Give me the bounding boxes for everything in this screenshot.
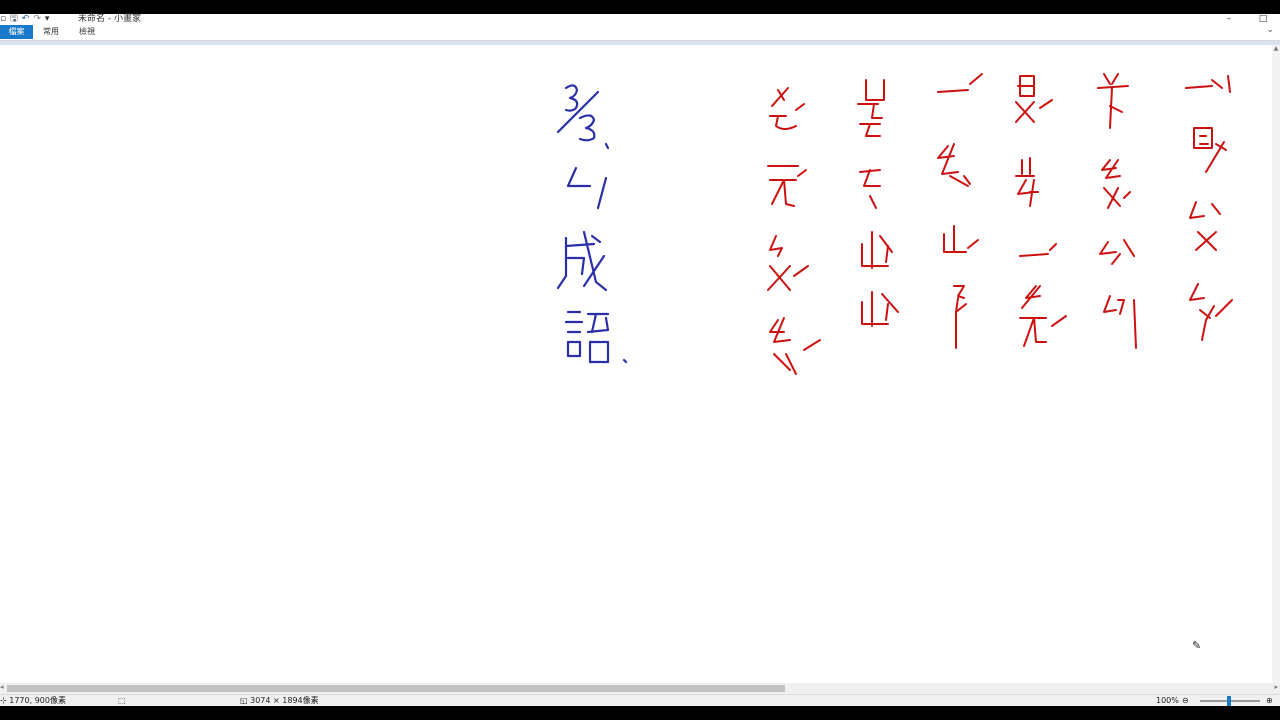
cursor-icon: ⊹	[0, 696, 7, 705]
zoom-slider-handle[interactable]	[1227, 696, 1231, 706]
handwriting-strokes	[556, 73, 1233, 375]
quick-access-toolbar: ▫ 🖫 ↶ ↷ ▾	[0, 14, 49, 24]
red-zhuyin-annotations	[767, 73, 1233, 375]
scroll-right-icon[interactable]: ▸	[1274, 683, 1278, 691]
save-icon[interactable]: 🖫	[10, 14, 18, 24]
minimize-button[interactable]: –	[1212, 14, 1246, 24]
redo-icon[interactable]: ↷	[33, 14, 41, 24]
ribbon-tabs: 檔案 常用 檢視 ⌄	[0, 24, 1280, 41]
tab-file[interactable]: 檔案	[0, 25, 33, 39]
top-letterbox	[0, 0, 1280, 14]
undo-icon[interactable]: ↶	[22, 14, 30, 24]
blue-handwriting	[556, 84, 628, 364]
scroll-left-icon[interactable]: ◂	[0, 683, 4, 691]
bottom-letterbox	[0, 706, 1280, 720]
scroll-up-icon[interactable]: ▲	[1272, 45, 1280, 55]
tab-home[interactable]: 常用	[37, 25, 65, 39]
window-title: 未命名 - 小畫家	[78, 14, 141, 24]
drawing-canvas[interactable]: ✎	[0, 45, 1280, 683]
pencil-cursor-icon: ✎	[1192, 639, 1202, 652]
maximize-button[interactable]: □	[1246, 14, 1280, 24]
tab-view[interactable]: 檢視	[73, 25, 101, 39]
horizontal-scroll-thumb[interactable]	[7, 685, 785, 692]
chevron-down-icon[interactable]: ⌄	[1266, 25, 1274, 35]
app-icon: ▫	[0, 14, 7, 24]
title-bar: ▫ 🖫 ↶ ↷ ▾ 未命名 - 小畫家 – □	[0, 14, 1280, 24]
vertical-scrollbar[interactable]: ▲	[1272, 45, 1280, 683]
customize-qat-icon[interactable]: ▾	[45, 14, 50, 24]
horizontal-scrollbar[interactable]: ◂ ▸	[0, 683, 1280, 694]
image-size-icon: ◱	[240, 696, 248, 705]
